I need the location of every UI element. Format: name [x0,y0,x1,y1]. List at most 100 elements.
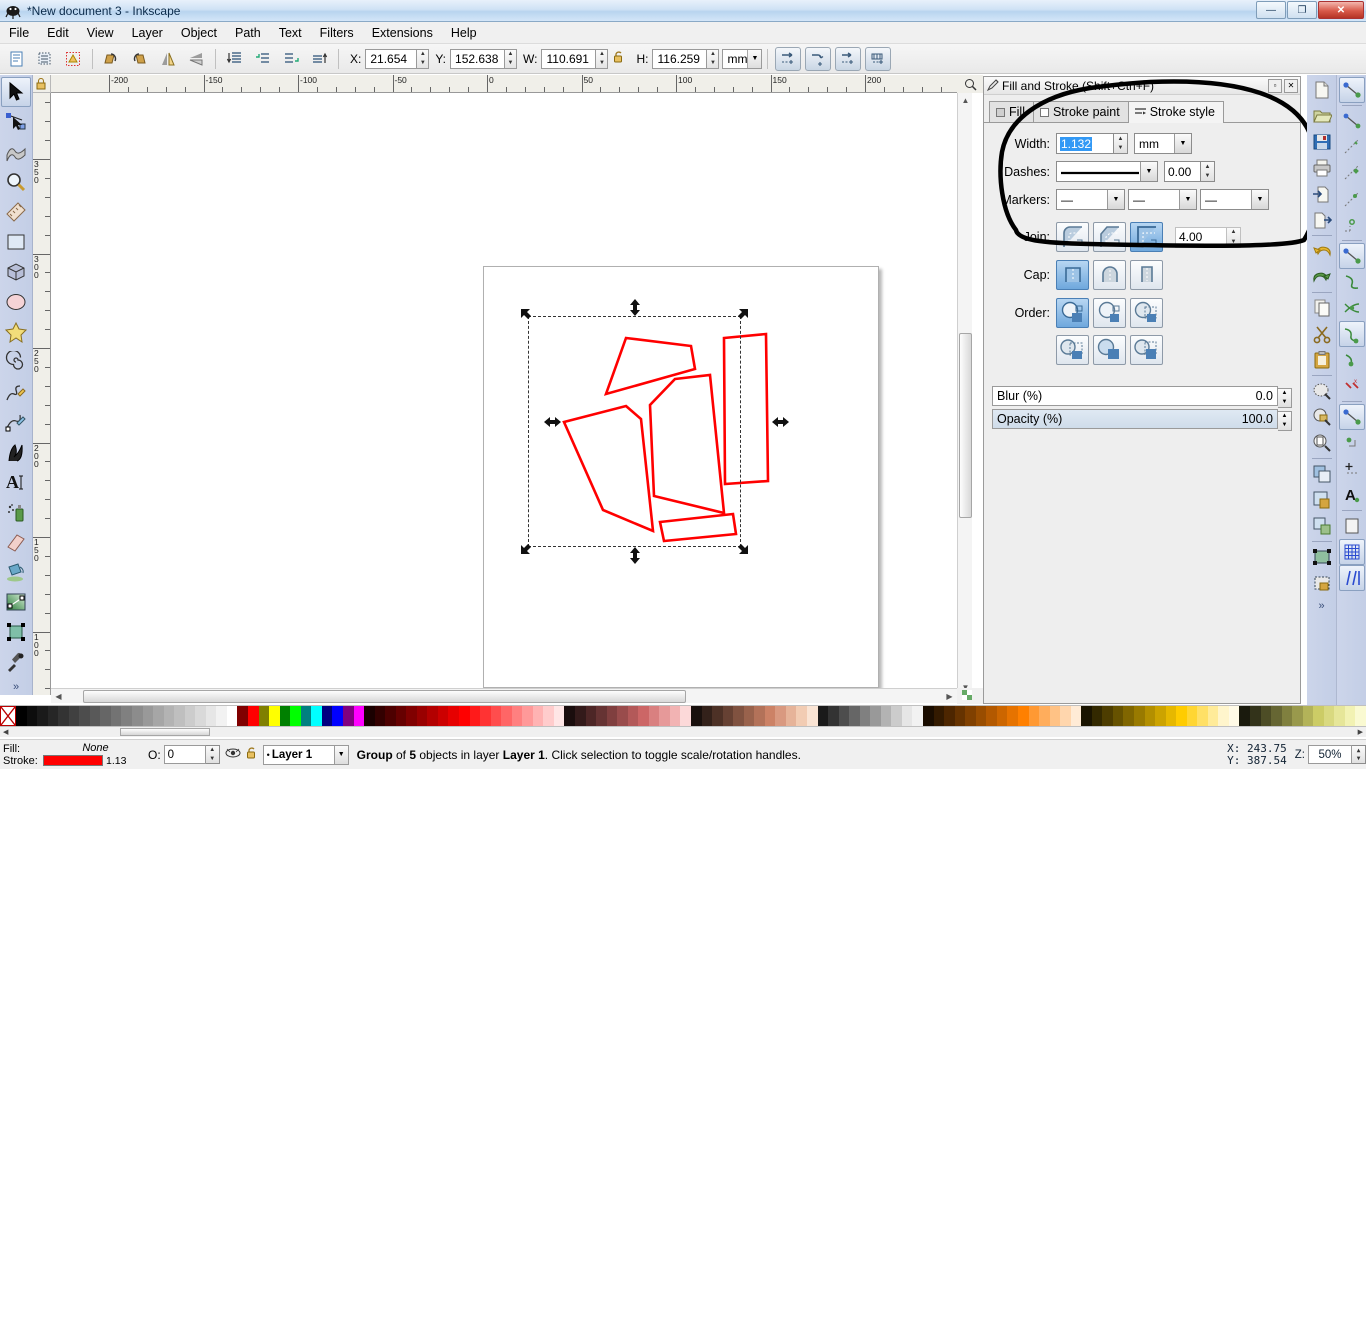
ruler-vertical[interactable]: 350 300 250 200 150 100 [33,93,51,695]
canvas-area[interactable] [51,93,957,695]
palette-swatch[interactable] [311,706,322,726]
palette-swatch[interactable] [469,706,481,726]
zoom-input[interactable]: 50% [1308,745,1352,764]
close-button[interactable]: ✕ [1318,1,1364,19]
menu-path[interactable]: Path [226,24,270,42]
menu-object[interactable]: Object [172,24,226,42]
dash-offset-input[interactable]: 0.00 [1164,161,1201,182]
palette-swatch[interactable] [627,706,639,726]
redo-button[interactable] [1309,264,1335,290]
palette-swatch[interactable] [574,706,586,726]
palette-swatch[interactable] [564,706,575,726]
snap-page-border-button[interactable] [1339,513,1365,539]
palette-swatch[interactable] [132,706,143,726]
affect-patterns-toggle[interactable] [865,46,892,71]
palette-swatch[interactable] [838,706,850,726]
lock-icon[interactable] [246,746,258,763]
eye-icon[interactable] [225,747,241,762]
w-input[interactable]: 110.691 [541,48,597,69]
tool-text[interactable]: A [1,467,31,497]
join-round-button[interactable] [1056,222,1089,252]
layer-select[interactable]: • Layer 1 [262,744,335,765]
zoom-spinner[interactable]: ▲ ▼ [1352,745,1366,764]
palette-scroll-left-icon[interactable]: ◀ [0,728,11,736]
save-document-button[interactable] [1309,129,1335,155]
palette-swatch[interactable] [290,706,301,726]
palette-swatch[interactable] [901,706,913,726]
blur-slider[interactable]: Blur (%) 0.0 [992,386,1278,406]
snap-text-baseline-button[interactable]: A [1339,482,1365,508]
palette-swatch[interactable] [733,706,744,726]
palette-swatch[interactable] [743,706,755,726]
color-palette[interactable] [0,705,1366,727]
rotate-ccw-button[interactable] [99,47,125,71]
palette-swatch[interactable] [163,706,175,726]
affect-stroke-width-toggle[interactable] [775,46,802,71]
palette-swatch[interactable] [1249,706,1261,726]
dash-offset-spinner[interactable]: ▲ ▼ [1201,161,1215,182]
palette-swatch[interactable] [385,706,396,726]
palette-scroll-thumb[interactable] [120,728,210,736]
snap-object-center-button[interactable] [1339,430,1365,456]
palette-swatch[interactable] [543,706,554,726]
palette-swatch[interactable] [342,706,354,726]
snap-smooth-node-button[interactable] [1339,347,1365,373]
dialog-dock-button[interactable]: ▫ [1268,78,1282,93]
blur-spinner[interactable]: ▲ ▼ [1278,387,1292,408]
palette-swatch[interactable] [332,706,343,726]
palette-swatch[interactable] [121,706,133,726]
palette-swatch[interactable] [37,706,48,726]
palette-swatch[interactable] [216,706,227,726]
tool-calligraphy[interactable] [1,437,31,467]
palette-swatch[interactable] [1271,706,1282,726]
snap-enable-button[interactable] [1338,77,1365,103]
palette-swatch[interactable] [712,706,723,726]
menu-view[interactable]: View [78,24,123,42]
palette-swatch[interactable] [490,706,502,726]
palette-swatch[interactable] [1228,706,1240,726]
tool-ellipse[interactable] [1,287,31,317]
import-button[interactable] [1309,181,1335,207]
menu-file[interactable]: File [0,24,38,42]
palette-swatch[interactable] [110,706,122,726]
order-fill-stroke-markers-button[interactable] [1093,298,1126,328]
marker-start-select[interactable]: — ▼ [1056,189,1125,210]
palette-swatch[interactable] [648,706,660,726]
palette-swatch[interactable] [870,706,881,726]
palette-swatch[interactable] [1102,706,1113,726]
palette-swatch[interactable] [775,706,786,726]
palette-swatch[interactable] [258,706,270,726]
h-input[interactable]: 116.259 [652,48,708,69]
raise-to-top-button[interactable] [306,47,332,71]
palette-swatch[interactable] [16,706,27,726]
palette-swatch[interactable] [1197,706,1208,726]
snap-bbox-corner-button[interactable] [1339,160,1365,186]
palette-swatch[interactable] [458,706,470,726]
cap-square-button[interactable] [1130,260,1163,290]
scroll-right-icon[interactable]: ▶ [942,689,957,704]
palette-swatch[interactable] [47,706,59,726]
palette-swatch[interactable] [532,706,544,726]
snap-path-button[interactable] [1339,269,1365,295]
zoom-selection-button[interactable] [1309,378,1335,404]
stroke-width-unit-select[interactable]: mm ▼ [1134,133,1192,154]
palette-swatch[interactable] [1260,706,1272,726]
cap-butt-button[interactable] [1056,260,1089,290]
palette-swatch[interactable] [849,706,860,726]
snap-nodes-button[interactable] [1338,243,1365,269]
ruler-zoom-corner[interactable] [957,75,983,93]
palette-swatch[interactable] [174,706,185,726]
palette-swatch[interactable] [269,706,280,726]
canvas-horizontal-scrollbar[interactable]: ◀ ▶ [51,688,957,703]
order-markers-stroke-fill-button[interactable] [1130,335,1163,365]
palette-swatch[interactable] [395,706,407,726]
tab-stroke-style[interactable]: Stroke style [1127,101,1224,123]
fill-stroke-indicator[interactable]: None 1.13 [43,742,148,768]
duplicate-button[interactable] [1309,461,1335,487]
toolbox-overflow-icon[interactable]: » [13,681,19,693]
tool-node-editor[interactable] [1,107,31,137]
opacity-spinner[interactable]: ▲ ▼ [1278,410,1292,431]
join-bevel-button[interactable] [1093,222,1126,252]
palette-swatch[interactable] [1218,706,1229,726]
join-miter-button[interactable] [1130,222,1163,252]
